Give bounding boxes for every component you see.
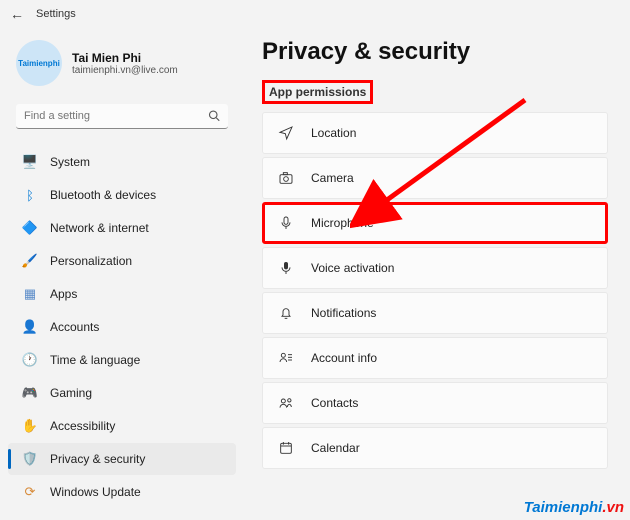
watermark: Taimienphi.vn: [524, 499, 624, 516]
accessibility-icon: ✋: [22, 418, 38, 434]
location-icon: [277, 125, 295, 141]
sidebar-item-accessibility[interactable]: ✋ Accessibility: [8, 410, 236, 442]
profile-block[interactable]: Taimienphi Tai Mien Phi taimienphi.vn@li…: [4, 32, 240, 98]
search-box: [16, 104, 228, 129]
sidebar-item-gaming[interactable]: 🎮 Gaming: [8, 377, 236, 409]
accounts-icon: 👤: [22, 319, 38, 335]
permission-camera[interactable]: Camera: [262, 157, 608, 199]
permission-voice-activation[interactable]: Voice activation: [262, 247, 608, 289]
sidebar-item-label: Accessibility: [50, 419, 115, 433]
section-header-app-permissions: App permissions: [262, 80, 373, 104]
sidebar-item-personalization[interactable]: 🖌️ Personalization: [8, 245, 236, 277]
sidebar: Taimienphi Tai Mien Phi taimienphi.vn@li…: [0, 28, 248, 520]
sidebar-item-privacy-security[interactable]: 🛡️ Privacy & security: [8, 443, 236, 475]
permission-notifications[interactable]: Notifications: [262, 292, 608, 334]
sidebar-item-label: System: [50, 155, 90, 169]
permissions-list: Location Camera Microphone Voice activation…: [262, 112, 608, 469]
sidebar-item-label: Network & internet: [50, 221, 149, 235]
search-icon: [208, 109, 220, 124]
notifications-icon: [277, 305, 295, 321]
profile-email: taimienphi.vn@live.com: [72, 65, 178, 76]
permission-contacts[interactable]: Contacts: [262, 382, 608, 424]
permission-calendar[interactable]: Calendar: [262, 427, 608, 469]
calendar-icon: [277, 440, 295, 456]
system-icon: 🖥️: [22, 154, 38, 170]
account-info-icon: [277, 350, 295, 366]
sidebar-item-label: Windows Update: [50, 485, 141, 499]
contacts-icon: [277, 395, 295, 411]
privacy-security-icon: 🛡️: [22, 451, 38, 467]
sidebar-item-label: Bluetooth & devices: [50, 188, 156, 202]
profile-name: Tai Mien Phi: [72, 51, 178, 65]
sidebar-item-windows-update[interactable]: ⟳ Windows Update: [8, 476, 236, 508]
sidebar-item-network[interactable]: 🔷 Network & internet: [8, 212, 236, 244]
sidebar-item-accounts[interactable]: 👤 Accounts: [8, 311, 236, 343]
sidebar-item-system[interactable]: 🖥️ System: [8, 146, 236, 178]
sidebar-item-time-language[interactable]: 🕐 Time & language: [8, 344, 236, 376]
permission-location[interactable]: Location: [262, 112, 608, 154]
back-arrow-icon[interactable]: ←: [10, 6, 24, 22]
permission-account-info[interactable]: Account info: [262, 337, 608, 379]
permission-label: Microphone: [311, 216, 374, 230]
bluetooth-icon: ᛒ: [22, 187, 38, 203]
sidebar-item-label: Gaming: [50, 386, 92, 400]
voice-activation-icon: [277, 260, 295, 276]
titlebar: ← Settings: [0, 0, 630, 28]
sidebar-nav: 🖥️ System ᛒ Bluetooth & devices 🔷 Network & i…: [4, 145, 240, 509]
sidebar-item-label: Time & language: [50, 353, 140, 367]
search-input[interactable]: [16, 104, 228, 129]
permission-label: Voice activation: [311, 261, 394, 275]
permission-label: Camera: [311, 171, 354, 185]
sidebar-item-label: Privacy & security: [50, 452, 145, 466]
main-content: Privacy & security App permissions Locat…: [248, 28, 630, 520]
sidebar-item-label: Personalization: [50, 254, 132, 268]
permission-label: Calendar: [311, 441, 360, 455]
gaming-icon: 🎮: [22, 385, 38, 401]
page-title: Privacy & security: [262, 38, 608, 66]
permission-label: Location: [311, 126, 356, 140]
sidebar-item-bluetooth[interactable]: ᛒ Bluetooth & devices: [8, 179, 236, 211]
permission-microphone[interactable]: Microphone: [262, 202, 608, 244]
windows-update-icon: ⟳: [22, 484, 38, 500]
sidebar-item-apps[interactable]: ▦ Apps: [8, 278, 236, 310]
network-icon: 🔷: [22, 220, 38, 236]
sidebar-item-label: Accounts: [50, 320, 99, 334]
microphone-icon: [277, 215, 295, 231]
permission-label: Contacts: [311, 396, 358, 410]
window-title: Settings: [36, 8, 76, 20]
camera-icon: [277, 170, 295, 186]
apps-icon: ▦: [22, 286, 38, 302]
avatar: Taimienphi: [16, 40, 62, 86]
permission-label: Account info: [311, 351, 377, 365]
time-language-icon: 🕐: [22, 352, 38, 368]
permission-label: Notifications: [311, 306, 376, 320]
sidebar-item-label: Apps: [50, 287, 77, 301]
personalization-icon: 🖌️: [22, 253, 38, 269]
